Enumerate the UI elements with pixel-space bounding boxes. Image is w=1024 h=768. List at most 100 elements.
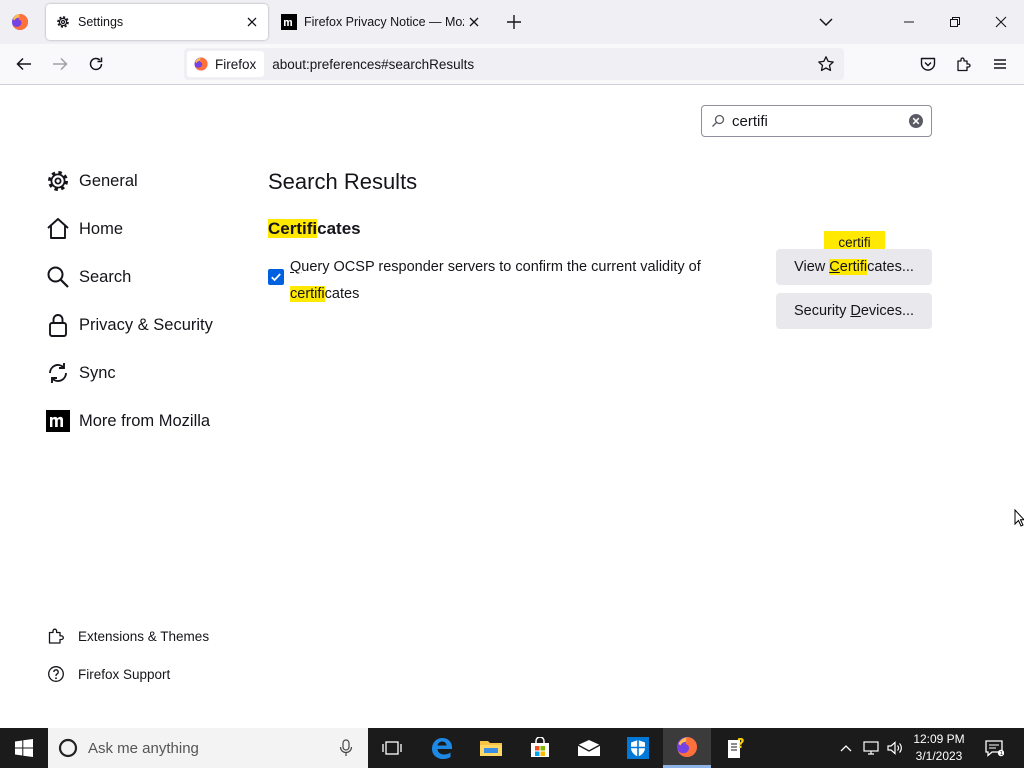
category-more-from-mozilla[interactable]: More from Mozilla (45, 406, 210, 436)
category-search[interactable]: Search (45, 262, 131, 292)
close-tab-icon[interactable] (464, 12, 484, 32)
help-app-taskbar-button[interactable]: ? (712, 728, 760, 768)
button-label-suffix: evices... (860, 303, 915, 319)
hamburger-menu-icon (994, 59, 1006, 69)
svg-text:?: ? (737, 737, 745, 752)
windows-taskbar: Ask me anything ? 12:09 PM 3/1/2023 1 (0, 728, 1024, 768)
certificates-section-title: Certificates (268, 219, 361, 239)
navigation-toolbar: Firefox about:preferences#searchResults (0, 44, 1024, 85)
microphone-icon[interactable] (338, 739, 354, 757)
url-bar[interactable]: Firefox about:preferences#searchResults (184, 48, 844, 80)
label-line2: cates (324, 286, 360, 302)
ocsp-checkbox-label: Query OCSP responder servers to confirm … (290, 254, 701, 308)
close-window-button[interactable] (978, 0, 1024, 44)
section-title-rest: cates (317, 219, 361, 238)
firefox-icon (677, 736, 697, 757)
minimize-button[interactable] (886, 0, 932, 44)
task-view-icon (382, 741, 402, 755)
store-taskbar-button[interactable] (516, 728, 564, 768)
puzzle-icon (957, 57, 971, 72)
search-highlight: certifi (290, 286, 325, 302)
volume-tray-button[interactable] (884, 728, 906, 768)
category-sync[interactable]: Sync (45, 358, 116, 388)
back-arrow-icon (16, 57, 31, 71)
search-highlight: Certifi (268, 219, 318, 238)
edge-taskbar-button[interactable] (418, 728, 466, 768)
category-label: Home (79, 219, 124, 238)
mail-taskbar-button[interactable] (565, 728, 613, 768)
security-devices-button[interactable]: Security Devices... (776, 293, 932, 329)
start-button[interactable] (0, 728, 48, 768)
restore-button[interactable] (932, 0, 978, 44)
button-label-prefix: Security (793, 303, 851, 319)
firefox-view-icon[interactable] (8, 10, 32, 34)
mouse-cursor-icon (1014, 509, 1024, 527)
close-tab-icon[interactable] (242, 12, 262, 32)
tab-privacy-notice[interactable]: Firefox Privacy Notice — Mozilla (272, 4, 484, 40)
file-explorer-taskbar-button[interactable] (467, 728, 515, 768)
extensions-themes-link[interactable]: Extensions & Themes (47, 625, 209, 647)
tab-settings[interactable]: Settings (46, 4, 268, 40)
clock-time: 12:09 PM (913, 732, 965, 746)
task-view-button[interactable] (368, 728, 416, 768)
network-icon (863, 741, 879, 755)
footer-link-label: Extensions & Themes (78, 628, 210, 644)
forward-arrow-icon (53, 57, 68, 71)
access-key: Q (290, 259, 302, 275)
checkmark-icon (271, 273, 281, 282)
view-certificates-button[interactable]: View Certifi cates... (776, 249, 932, 285)
taskbar-search-box[interactable]: Ask me anything (48, 728, 368, 768)
store-icon (531, 737, 549, 757)
notification-icon: 1 (985, 740, 1004, 757)
taskbar-clock[interactable]: 12:09 PM 3/1/2023 (906, 731, 972, 765)
button-label-prefix: View (794, 259, 830, 275)
lock-icon (45, 312, 71, 338)
firefox-taskbar-button[interactable] (663, 728, 711, 768)
windows-logo-icon (15, 739, 33, 757)
search-highlight: ertifi (839, 259, 868, 275)
tab-title: Settings (78, 15, 124, 29)
settings-search-input[interactable] (732, 112, 902, 130)
show-hidden-icons-button[interactable] (836, 728, 856, 768)
access-key: C (829, 259, 840, 275)
identity-box[interactable]: Firefox (187, 51, 265, 77)
ocsp-checkbox-row[interactable]: Query OCSP responder servers to confirm … (268, 254, 728, 308)
search-icon (45, 264, 71, 290)
reload-icon (89, 57, 103, 71)
category-label: Search (79, 267, 132, 286)
mail-icon (577, 740, 601, 756)
new-tab-plus-icon[interactable] (504, 12, 524, 32)
footer-link-label: Firefox Support (78, 666, 171, 682)
firefox-logo-icon (194, 57, 208, 71)
sync-icon (45, 360, 71, 386)
search-results-heading: Search Results (268, 169, 418, 194)
category-label: General (79, 171, 138, 190)
settings-search-box[interactable] (701, 105, 932, 137)
bookmark-star-button[interactable] (812, 50, 840, 78)
action-center-button[interactable]: 1 (978, 728, 1010, 768)
minimize-icon (904, 21, 914, 23)
extensions-button[interactable] (950, 50, 978, 78)
defender-taskbar-button[interactable] (614, 728, 662, 768)
clear-search-icon[interactable] (908, 113, 924, 129)
category-privacy[interactable]: Privacy & Security (45, 310, 213, 340)
category-home[interactable]: Home (45, 214, 123, 244)
chevron-down-icon[interactable] (816, 12, 836, 32)
edge-icon (432, 738, 452, 759)
pocket-icon (920, 57, 936, 71)
gear-icon (45, 168, 71, 194)
pocket-button[interactable] (914, 50, 942, 78)
category-general[interactable]: General (45, 166, 138, 196)
access-key: D (850, 303, 861, 319)
reload-button[interactable] (82, 50, 110, 78)
chevron-up-icon (840, 745, 852, 752)
ocsp-checkbox[interactable] (268, 269, 284, 285)
restore-icon (950, 17, 960, 27)
mozilla-m-icon (45, 408, 71, 434)
app-menu-button[interactable] (986, 50, 1014, 78)
network-tray-button[interactable] (860, 728, 882, 768)
url-text[interactable]: about:preferences#searchResults (272, 57, 812, 72)
back-button[interactable] (10, 50, 38, 78)
forward-button[interactable] (46, 50, 74, 78)
firefox-support-link[interactable]: Firefox Support (47, 663, 170, 685)
